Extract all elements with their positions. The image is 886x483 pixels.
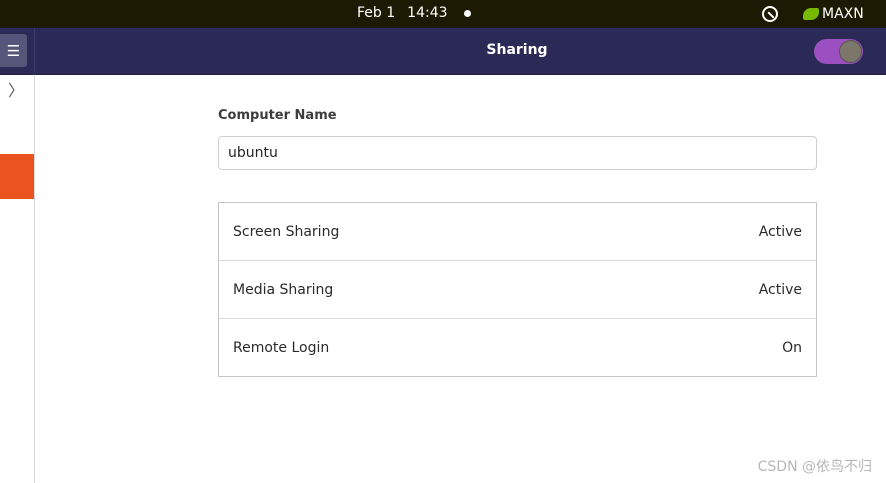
- list-item-media-sharing[interactable]: Media Sharing Active: [219, 261, 816, 319]
- sharing-services-list: Screen Sharing Active Media Sharing Acti…: [218, 202, 817, 377]
- network-status-icon[interactable]: [762, 6, 778, 22]
- power-mode-label: MAXN: [822, 6, 864, 22]
- service-name: Screen Sharing: [233, 223, 340, 240]
- top-bar: Feb 1 14:43 MAXN: [0, 0, 886, 28]
- chevron-right-icon[interactable]: 〉: [8, 77, 24, 101]
- sidebar-item-active[interactable]: [0, 154, 34, 199]
- service-name: Media Sharing: [233, 281, 334, 298]
- list-item-screen-sharing[interactable]: Screen Sharing Active: [219, 203, 816, 261]
- watermark: CSDN @依鸟不归: [757, 459, 872, 475]
- sharing-toggle[interactable]: [814, 39, 863, 64]
- list-item-remote-login[interactable]: Remote Login On: [219, 319, 816, 377]
- time-label: 14:43: [407, 5, 448, 21]
- service-status: On: [782, 340, 802, 356]
- clock[interactable]: Feb 1 14:43: [357, 5, 471, 21]
- settings-window: Feb 1 14:43 MAXN ☰ Sharing 〉 Computer Na…: [0, 0, 886, 483]
- toggle-knob: [839, 40, 862, 63]
- computer-name-input[interactable]: [218, 136, 817, 170]
- date-label: Feb 1: [357, 5, 396, 21]
- nvidia-power-mode[interactable]: MAXN: [803, 6, 864, 22]
- service-status: Active: [758, 281, 802, 298]
- header-bar: ☰ Sharing: [0, 28, 886, 75]
- service-name: Remote Login: [233, 340, 330, 356]
- computer-name-label: Computer Name: [218, 108, 337, 123]
- page-title: Sharing: [486, 42, 548, 58]
- notification-dot-icon: [463, 9, 471, 17]
- service-status: Active: [758, 223, 802, 240]
- nvidia-icon: [803, 8, 819, 20]
- sidebar: 〉: [0, 75, 35, 483]
